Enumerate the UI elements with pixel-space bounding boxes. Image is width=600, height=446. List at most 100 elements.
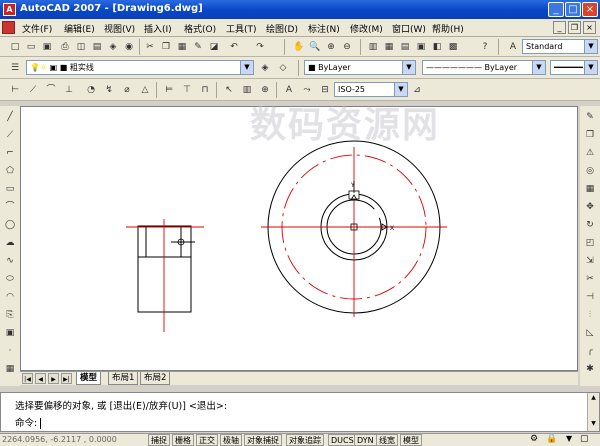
new-icon[interactable]: □	[8, 40, 22, 54]
menu-modify[interactable]: 修改(M)	[350, 22, 383, 35]
tab-first-button[interactable]: |◀	[22, 373, 33, 384]
make-block-icon[interactable]: ▣	[3, 326, 17, 340]
osnap-toggle[interactable]: 对象捕捉	[244, 434, 282, 446]
lock-icon[interactable]: 🔒	[546, 434, 557, 444]
quick-dim-icon[interactable]: ⊨	[162, 83, 176, 97]
redo-icon[interactable]: ↷	[253, 40, 267, 54]
close-button[interactable]: ×	[582, 2, 598, 17]
menu-file[interactable]: 文件(F)	[22, 22, 52, 35]
trim-icon[interactable]: ✂	[583, 272, 597, 286]
menu-edit[interactable]: 编辑(E)	[64, 22, 95, 35]
undo-icon[interactable]: ↶	[227, 40, 241, 54]
clean-screen-icon[interactable]: ▢	[580, 434, 589, 444]
mirror-icon[interactable]: ⚠	[583, 146, 597, 160]
tab-next-button[interactable]: ▶	[48, 373, 59, 384]
doc-minimize-button[interactable]: _	[553, 21, 566, 34]
menu-format[interactable]: 格式(O)	[184, 22, 216, 35]
doc-close-button[interactable]: ×	[583, 21, 596, 34]
model-toggle[interactable]: 模型	[400, 434, 422, 446]
document-icon[interactable]	[2, 21, 15, 34]
diameter-dim-icon[interactable]: ⌀	[120, 83, 134, 97]
copy-icon[interactable]: ❐	[159, 40, 173, 54]
baseline-dim-icon[interactable]: ⊤	[180, 83, 194, 97]
tab-layout2[interactable]: 布局2	[140, 372, 171, 385]
move-icon[interactable]: ✥	[583, 200, 597, 214]
quickcalc-icon[interactable]: ▩	[446, 40, 460, 54]
spline-icon[interactable]: ∿	[3, 254, 17, 268]
dim-update-icon[interactable]: ⊟	[318, 83, 332, 97]
save-icon[interactable]: ▣	[40, 40, 54, 54]
coordinate-readout[interactable]: 2264.0956, -6.2117 , 0.0000	[2, 435, 117, 444]
angular-dim-icon[interactable]: △	[138, 83, 152, 97]
ellipse-arc-icon[interactable]: ◠	[3, 290, 17, 304]
center-mark-icon[interactable]: ⊕	[258, 83, 272, 97]
dim-style-icon[interactable]: ⊿	[410, 83, 424, 97]
stretch-icon[interactable]: ⇲	[583, 254, 597, 268]
sheet-set-icon[interactable]: ▣	[414, 40, 428, 54]
dim-text-edit-icon[interactable]: ⤳	[300, 83, 314, 97]
arc-length-icon[interactable]: ⌒	[44, 83, 58, 97]
point-icon[interactable]: ·	[3, 344, 17, 358]
fillet-icon[interactable]: ╭	[583, 344, 597, 358]
layer-previous-icon[interactable]: ◇	[276, 61, 290, 75]
line-icon[interactable]: ╱	[3, 110, 17, 124]
menu-dimension[interactable]: 标注(N)	[308, 22, 340, 35]
side-view[interactable]	[126, 219, 204, 332]
array-icon[interactable]: ▦	[583, 182, 597, 196]
otrack-toggle[interactable]: 对象追踪	[286, 434, 324, 446]
color-select[interactable]: ■ ByLayer ▼	[304, 60, 416, 75]
lineweight-select[interactable]: ━━━━━━ ▼	[550, 60, 598, 75]
tab-layout1[interactable]: 布局1	[108, 372, 139, 385]
extend-icon[interactable]: ⊣	[583, 290, 597, 304]
continue-dim-icon[interactable]: ⊓	[198, 83, 212, 97]
ortho-toggle[interactable]: 正交	[196, 434, 218, 446]
lineweight-toggle[interactable]: 线宽	[376, 434, 398, 446]
tool-palettes-icon[interactable]: ▤	[398, 40, 412, 54]
explode-icon[interactable]: ✱	[583, 362, 597, 376]
construction-line-icon[interactable]: ⟋	[3, 128, 17, 142]
maximize-button[interactable]: □	[565, 2, 581, 17]
publish-icon[interactable]: ▤	[90, 40, 104, 54]
linear-dim-icon[interactable]: ⊢	[8, 83, 22, 97]
markup-icon[interactable]: ◧	[430, 40, 444, 54]
command-window[interactable]: 选择要偏移的对象, 或 [退出(E)/放弃(U)] <退出>: 命令: ▲ ▼	[0, 392, 600, 432]
status-menu-icon[interactable]: ▼	[566, 434, 572, 443]
text-style-select[interactable]: Standard ▼	[522, 39, 598, 54]
spell-icon[interactable]: ◉	[122, 40, 136, 54]
layer-select[interactable]: 💡☼ ▣ ■ 粗实线 ▼	[26, 60, 254, 75]
chamfer-icon[interactable]: ◺	[583, 326, 597, 340]
revision-cloud-icon[interactable]: ☁	[3, 236, 17, 250]
zoom-window-icon[interactable]: ⊕	[324, 40, 338, 54]
command-prompt[interactable]: 命令:	[15, 415, 45, 429]
3d-dwf-icon[interactable]: ◈	[106, 40, 120, 54]
properties-icon[interactable]: ▥	[366, 40, 380, 54]
erase-icon[interactable]: ✎	[583, 110, 597, 124]
ducs-toggle[interactable]: DUCS	[328, 434, 357, 446]
insert-block-icon[interactable]: ⎘	[3, 308, 17, 322]
polyline-icon[interactable]: ⌐	[3, 146, 17, 160]
tab-last-button[interactable]: ▶|	[61, 373, 72, 384]
rotate-icon[interactable]: ↻	[583, 218, 597, 232]
minimize-button[interactable]: _	[548, 2, 564, 17]
tab-prev-button[interactable]: ◀	[35, 373, 46, 384]
scale-icon[interactable]: ◰	[583, 236, 597, 250]
menu-tools[interactable]: 工具(T)	[226, 22, 257, 35]
menu-draw[interactable]: 绘图(D)	[266, 22, 298, 35]
aligned-dim-icon[interactable]: ⟋	[26, 83, 40, 97]
dim-style-select[interactable]: ISO-25 ▼	[334, 82, 408, 97]
ordinate-dim-icon[interactable]: ⊥	[62, 83, 76, 97]
tab-model[interactable]: 模型	[76, 372, 102, 385]
hatch-icon[interactable]: ▦	[3, 362, 17, 376]
layer-manager-icon[interactable]: ☰	[8, 61, 22, 75]
doc-restore-button[interactable]: ❐	[568, 21, 581, 34]
dim-edit-icon[interactable]: A	[282, 83, 296, 97]
block-editor-icon[interactable]: ◪	[207, 40, 221, 54]
plot-icon[interactable]: ⎙	[58, 40, 72, 54]
zoom-previous-icon[interactable]: ⊖	[340, 40, 354, 54]
plot-preview-icon[interactable]: ◫	[74, 40, 88, 54]
jogged-dim-icon[interactable]: ↯	[102, 83, 116, 97]
pan-icon[interactable]: ✋	[292, 40, 306, 54]
menu-help[interactable]: 帮助(H)	[432, 22, 464, 35]
dyn-toggle[interactable]: DYN	[354, 434, 377, 446]
copy-object-icon[interactable]: ❐	[583, 128, 597, 142]
